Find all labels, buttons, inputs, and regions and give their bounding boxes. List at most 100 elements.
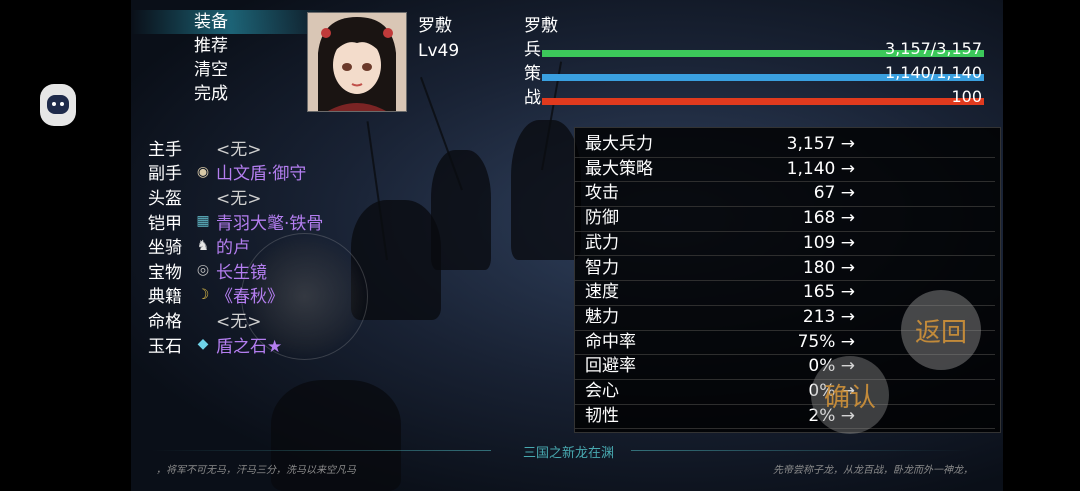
equipment-slot[interactable]: 副手 ◉ 山文盾·御守 xyxy=(148,160,323,185)
stat-value: 3,157 → xyxy=(786,134,855,154)
stat-value: 67 → xyxy=(813,183,855,204)
equipment-slot[interactable]: 典籍 ☽ 《春秋》 xyxy=(148,283,323,308)
mirror-icon: ◎ xyxy=(196,262,210,279)
side-menu: 装备 推荐 清空 完成 xyxy=(131,10,331,106)
stat-name: 回避率 xyxy=(585,356,636,377)
slot-label: 典籍 xyxy=(148,287,182,308)
bar-label: 策 xyxy=(524,64,541,84)
equipment-slot[interactable]: 铠甲 ▦ 青羽大氅·铁骨 xyxy=(148,209,323,234)
slot-value: 《春秋》 xyxy=(216,287,284,308)
robot-icon xyxy=(47,95,69,114)
stats-panel: 最大兵力 3,157 → 最大策略 1,140 → 攻击 67 → 防御 168 → 武力 109… xyxy=(574,127,1001,433)
footer-divider xyxy=(631,450,971,451)
stat-value: 1,140 → xyxy=(786,158,855,179)
bar-label: 兵 xyxy=(524,40,541,60)
stat-name: 最大兵力 xyxy=(585,134,653,154)
stat-row: 攻击 67 → xyxy=(575,181,995,208)
empty-slot-spacer xyxy=(193,186,213,206)
slot-label: 头盔 xyxy=(148,188,182,209)
bar-value: 3,157/3,157 xyxy=(885,39,982,58)
slot-value: <无> xyxy=(216,188,262,209)
hero-portrait-image xyxy=(308,13,406,111)
game-screen: 装备 推荐 清空 完成 罗敷 Lv49 罗敷 兵 3,157/3,157 策 1,14… xyxy=(131,0,1003,491)
hero-info: 罗敷 Lv49 xyxy=(418,14,459,64)
stat-name: 攻击 xyxy=(585,183,619,204)
stat-row: 最大策略 1,140 → xyxy=(575,157,995,183)
slot-value: 的卢 xyxy=(216,238,250,259)
stat-name: 速度 xyxy=(585,282,619,303)
stat-name: 魅力 xyxy=(585,306,619,327)
slot-value: 长生镜 xyxy=(216,262,267,283)
stat-name: 命中率 xyxy=(585,331,636,352)
stat-value: 213 → xyxy=(802,306,855,327)
empty-slot-spacer xyxy=(193,137,213,157)
equipment-list: 主手 <无> 副手 ◉ 山文盾·御守头盔 <无> 铠甲 ▦ 青羽大氅·铁骨坐骑 ♞ 的卢宝物 ◎ 长生镜… xyxy=(148,135,323,357)
bar-value: 1,140/1,140 xyxy=(885,63,982,82)
stat-name: 韧性 xyxy=(585,405,619,426)
confirm-button[interactable]: 确认 xyxy=(811,356,889,434)
shield-icon: ◉ xyxy=(196,163,210,180)
bar-track xyxy=(542,98,984,105)
stat-row: 防御 168 → xyxy=(575,206,995,232)
equipment-slot[interactable]: 主手 <无> xyxy=(148,135,323,160)
footer-title: 三国之新龙在渊 xyxy=(523,446,615,461)
footer-left-text: ，将军不可无马，汗马三分，洗马以来空凡马 xyxy=(156,465,356,476)
stat-value: 180 → xyxy=(802,257,855,278)
bar-row: 战 100 xyxy=(524,86,984,110)
slot-value: <无> xyxy=(216,311,262,332)
stat-row: 智力 180 → xyxy=(575,256,995,282)
slot-label: 坐骑 xyxy=(148,238,182,259)
stat-row: 韧性 2% → xyxy=(575,404,995,430)
slot-label: 玉石 xyxy=(148,336,182,357)
stat-name: 武力 xyxy=(585,232,619,253)
stat-name: 会心 xyxy=(585,381,619,401)
equipment-slot[interactable]: 玉石 ◆ 盾之石★ xyxy=(148,332,323,357)
slot-label: 命格 xyxy=(148,311,182,332)
bar-row: 兵 3,157/3,157 xyxy=(524,38,984,62)
slot-label: 宝物 xyxy=(148,262,182,283)
equipment-slot[interactable]: 宝物 ◎ 长生镜 xyxy=(148,258,323,283)
slot-value: 盾之石★ xyxy=(216,336,283,357)
scroll-icon: ☽ xyxy=(196,286,210,303)
slot-label: 副手 xyxy=(148,164,182,185)
bar-value: 100 xyxy=(951,87,982,106)
slot-value: 青羽大氅·铁骨 xyxy=(216,213,324,234)
stat-row: 最大兵力 3,157 → xyxy=(575,132,995,158)
stat-value: 168 → xyxy=(802,208,855,229)
stat-value: 75% → xyxy=(797,331,855,352)
equipment-slot[interactable]: 坐骑 ♞ 的卢 xyxy=(148,233,323,259)
empty-slot-spacer xyxy=(193,309,213,329)
slot-value: 山文盾·御守 xyxy=(216,164,307,185)
return-button[interactable]: 返回 xyxy=(901,290,981,370)
equipment-slot[interactable]: 头盔 <无> xyxy=(148,184,323,209)
menu-done[interactable]: 完成 xyxy=(131,82,331,106)
stat-row: 会心 0% → xyxy=(575,379,995,405)
bar-row: 策 1,140/1,140 xyxy=(524,62,984,86)
hero-level: Lv49 xyxy=(418,41,460,61)
stat-name: 智力 xyxy=(585,257,619,278)
bar-fill xyxy=(542,98,984,105)
footer-divider xyxy=(151,450,491,451)
stat-value: 165 → xyxy=(802,282,855,303)
hero-portrait xyxy=(307,12,407,112)
footer-right-text: 先帝尝称子龙，从龙百战，卧龙而外一神龙， xyxy=(773,465,973,476)
hero-name: 罗敷 xyxy=(418,16,452,36)
equipment-slot[interactable]: 命格 <无> xyxy=(148,307,323,332)
menu-recommend[interactable]: 推荐 xyxy=(131,34,331,58)
horse-icon: ♞ xyxy=(196,237,210,254)
slot-value: <无> xyxy=(216,139,262,160)
stat-value: 109 → xyxy=(802,232,855,253)
stat-name: 防御 xyxy=(585,208,619,229)
gem-icon: ◆ xyxy=(197,336,209,353)
armor-icon: ▦ xyxy=(196,213,210,230)
hero-name-right: 罗敷 xyxy=(524,16,558,36)
menu-clear[interactable]: 清空 xyxy=(131,58,331,82)
menu-equip[interactable]: 装备 xyxy=(131,10,331,34)
stat-name: 最大策略 xyxy=(585,158,653,179)
bar-label: 战 xyxy=(524,88,541,108)
floating-assistant-button[interactable] xyxy=(40,84,76,126)
slot-label: 铠甲 xyxy=(148,213,182,234)
stat-row: 武力 109 → xyxy=(575,231,995,257)
hero-bars: 罗敷 兵 3,157/3,157 策 1,140/1,140 战 100 xyxy=(524,14,984,110)
slot-label: 主手 xyxy=(148,139,182,160)
